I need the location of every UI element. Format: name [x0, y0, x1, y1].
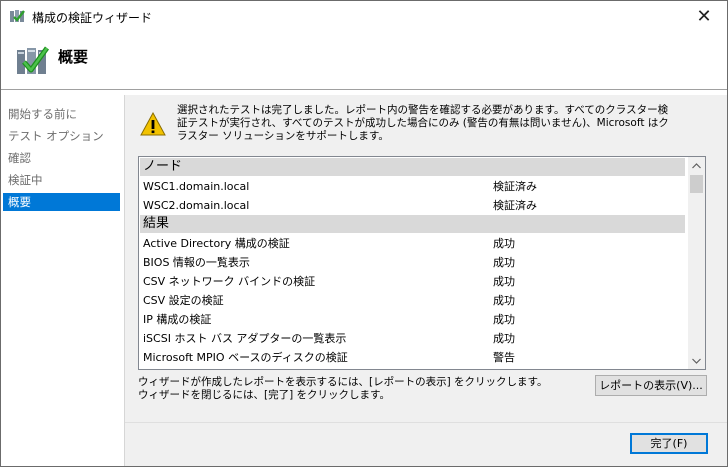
node-name: WSC2.domain.local [143, 199, 250, 212]
title-bar: 構成の検証ウィザード ✕ [1, 1, 727, 31]
list-item: WSC2.domain.local 検証済み [140, 196, 685, 215]
view-report-button[interactable]: レポートの表示(V)... [595, 375, 707, 396]
report-scrollbar[interactable] [688, 157, 705, 369]
list-item: IP 構成の検証 成功 [140, 310, 685, 329]
window-title: 構成の検証ウィザード [32, 11, 153, 25]
list-item: CSV ネットワーク バインドの検証 成功 [140, 272, 685, 291]
sidebar-item-summary[interactable]: 概要 [3, 193, 120, 211]
node-status: 検証済み [493, 199, 537, 212]
test-name: iSCSI ホスト バス アダプターの一覧表示 [143, 332, 347, 345]
test-name: CSV ネットワーク バインドの検証 [143, 275, 316, 288]
test-status: 成功 [493, 256, 515, 269]
list-item: Microsoft MPIO ベースのディスクの検証 警告 [140, 348, 685, 367]
close-button[interactable]: ✕ [681, 1, 727, 31]
close-icon: ✕ [696, 5, 712, 27]
header-divider [1, 89, 727, 90]
summary-message: 選択されたテストは完了しました。レポート内の警告を確認する必要があります。すべて… [177, 104, 669, 142]
page-header: 概要 [1, 31, 727, 89]
list-item: iSCSI ホスト バス アダプターの一覧表示 成功 [140, 329, 685, 348]
test-status: 成功 [493, 275, 515, 288]
warning-icon [140, 112, 166, 136]
scroll-down-icon[interactable] [688, 352, 705, 369]
footer-divider [125, 422, 727, 423]
test-name: Active Directory 構成の検証 [143, 237, 290, 250]
list-item: BIOS 情報の一覧表示 成功 [140, 253, 685, 272]
test-name: CSV 設定の検証 [143, 294, 224, 307]
list-item: CSV 設定の検証 成功 [140, 291, 685, 310]
scroll-thumb[interactable] [690, 175, 703, 193]
test-status: 成功 [493, 237, 515, 250]
sidebar-item-validating[interactable]: 検証中 [3, 171, 120, 189]
cluster-app-icon [10, 10, 25, 22]
group-header-results: 結果 [140, 215, 685, 233]
test-status: 警告 [493, 351, 515, 364]
node-name: WSC1.domain.local [143, 180, 250, 193]
test-name: Microsoft MPIO ベースのディスクの検証 [143, 351, 348, 364]
instructions: ウィザードが作成したレポートを表示するには、[レポートの表示] をクリックします… [138, 376, 547, 402]
list-item: WSC1.domain.local 検証済み [140, 177, 685, 196]
test-status: 成功 [493, 313, 515, 326]
report-list[interactable]: ノード WSC1.domain.local 検証済み WSC2.domain.l… [138, 156, 706, 370]
summary-content: 選択されたテストは完了しました。レポート内の警告を確認する必要があります。すべて… [125, 95, 727, 466]
sidebar-item-before-you-begin[interactable]: 開始する前に [3, 105, 120, 123]
test-status: 成功 [493, 332, 515, 345]
instructions-finish: ウィザードを閉じるには、[完了] をクリックします。 [138, 389, 390, 401]
wizard-steps-sidebar: 開始する前に テスト オプション 確認 検証中 概要 [1, 95, 124, 466]
group-header-nodes: ノード [140, 158, 685, 176]
sidebar-item-confirmation[interactable]: 確認 [3, 149, 120, 167]
test-name: IP 構成の検証 [143, 313, 212, 326]
wizard-window: 構成の検証ウィザード ✕ 概要 開始する前に テスト オプション 確認 検証中 … [0, 0, 728, 467]
finish-button[interactable]: 完了(F) [630, 433, 708, 454]
cluster-check-icon [17, 46, 49, 74]
test-status: 成功 [493, 294, 515, 307]
page-title: 概要 [58, 48, 89, 66]
test-name: BIOS 情報の一覧表示 [143, 256, 250, 269]
instructions-view-report: ウィザードが作成したレポートを表示するには、[レポートの表示] をクリックします… [138, 376, 548, 388]
scroll-up-icon[interactable] [688, 157, 705, 174]
node-status: 検証済み [493, 180, 537, 193]
list-item: Active Directory 構成の検証 成功 [140, 234, 685, 253]
sidebar-item-test-options[interactable]: テスト オプション [3, 127, 120, 145]
